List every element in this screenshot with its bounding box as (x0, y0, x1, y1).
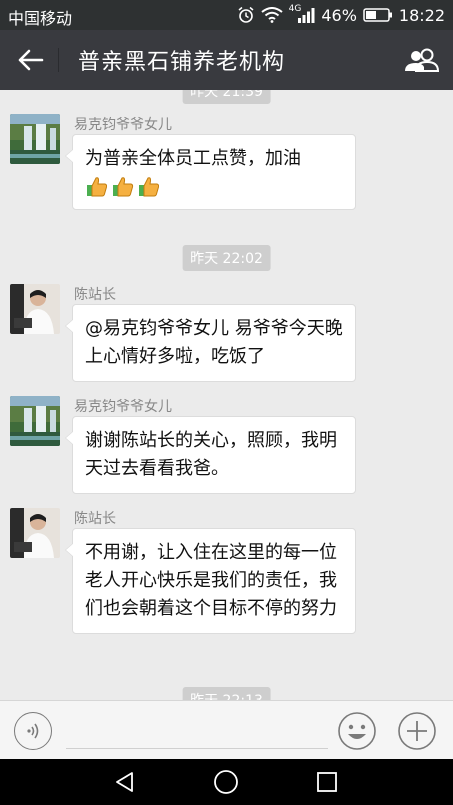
message-bubble[interactable]: 谢谢陈站长的关心，照顾，我明天过去看看我爸。 (65, 416, 356, 494)
back-triangle-icon (116, 772, 133, 792)
voice-icon (27, 723, 39, 739)
message-text: 谢谢陈站长的关心，照顾，我明天过去看看我爸。 (85, 430, 337, 479)
list-item: 陈站长 @易克钧爷爷女儿 易爷爷今天晚上心情好多啦，吃饭了 (10, 284, 440, 384)
list-item: 易克钧爷爷女儿 谢谢陈站长的关心，照顾，我明天过去看看我爸。 (10, 396, 440, 496)
title-bar: 普亲黑石铺养老机构 (0, 30, 453, 90)
timestamp-badge: 昨天 22:13 (182, 687, 271, 700)
sender-name: 陈站长 (74, 287, 116, 303)
emoji-row (85, 175, 343, 199)
alarm-icon (237, 6, 255, 24)
emoji-icon (338, 712, 376, 750)
avatar[interactable] (10, 114, 60, 164)
network-type: 4G (288, 4, 302, 14)
avatar[interactable] (10, 508, 60, 558)
home-circle-icon (214, 770, 238, 794)
carrier-name: 中国移动 (8, 9, 73, 28)
message-bubble[interactable]: @易克钧爷爷女儿 易爷爷今天晚上心情好多啦，吃饭了 (65, 304, 356, 382)
nav-home-button[interactable] (211, 768, 241, 796)
battery-icon (363, 7, 393, 23)
message-bubble[interactable]: 不用谢，让入住在这里的每一位老人开心快乐是我们的责任，我们也会朝着这个目标不停的… (65, 528, 356, 634)
arrow-left-icon (18, 49, 44, 71)
message-text: 为普亲全体员工点赞，加油 (85, 148, 301, 169)
more-button[interactable] (396, 710, 438, 752)
chat-area[interactable]: 昨天 21:39 易克钧爷爷女儿 为普亲全体员工点赞，加油 昨天 22:02 陈… (0, 90, 453, 700)
back-button[interactable] (10, 40, 52, 80)
wifi-icon (261, 7, 283, 23)
plus-icon (398, 712, 436, 750)
voice-button[interactable] (14, 712, 52, 750)
group-info-button[interactable] (401, 40, 443, 80)
message-text: @易克钧爷爷女儿 易爷爷今天晚上心情好多啦，吃饭了 (85, 318, 343, 367)
avatar[interactable] (10, 396, 60, 446)
thumbs-up-icon (113, 177, 134, 197)
thumbs-up-icon (139, 177, 160, 197)
thumbs-up-icon (87, 177, 108, 197)
nav-recents-button[interactable] (312, 768, 342, 796)
status-bar: 中国移动 4G 46% 18:22 (0, 0, 453, 30)
nav-back-button[interactable] (110, 768, 140, 796)
battery-percent: 46% (321, 5, 357, 25)
title-divider (58, 48, 59, 72)
clock-time: 18:22 (398, 5, 445, 25)
message-bubble[interactable]: 为普亲全体员工点赞，加油 (65, 134, 356, 210)
signal-icon: 4G (288, 4, 316, 23)
timestamp-badge: 昨天 22:02 (182, 245, 271, 271)
list-item: 易克钧爷爷女儿 为普亲全体员工点赞，加油 (10, 114, 440, 224)
status-icons: 4G 46% 18:22 (237, 4, 445, 25)
page-title: 普亲黑石铺养老机构 (78, 50, 286, 75)
message-input[interactable] (66, 715, 328, 749)
system-nav-bar (0, 759, 453, 805)
recents-square-icon (317, 772, 337, 792)
input-bar (0, 700, 453, 759)
sender-name: 易克钧爷爷女儿 (74, 117, 172, 133)
timestamp-badge: 昨天 21:39 (182, 90, 271, 104)
group-members-icon (405, 48, 440, 72)
sender-name: 易克钧爷爷女儿 (74, 399, 172, 415)
avatar[interactable] (10, 284, 60, 334)
message-text: 不用谢，让入住在这里的每一位老人开心快乐是我们的责任，我们也会朝着这个目标不停的… (85, 542, 337, 619)
sender-name: 陈站长 (74, 511, 116, 527)
list-item: 陈站长 不用谢，让入住在这里的每一位老人开心快乐是我们的责任，我们也会朝着这个目… (10, 508, 440, 658)
emoji-button[interactable] (336, 710, 378, 752)
